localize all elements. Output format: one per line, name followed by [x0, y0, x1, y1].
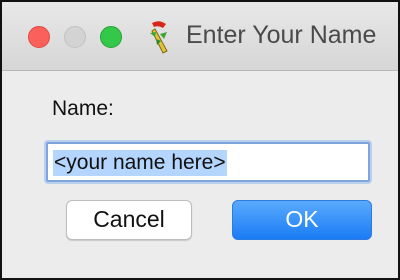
- cancel-button[interactable]: Cancel: [66, 200, 192, 240]
- ok-button[interactable]: OK: [232, 200, 372, 240]
- wand-icon: [150, 21, 168, 54]
- name-label: Name:: [52, 97, 114, 120]
- title-bar[interactable]: Enter Your Name: [2, 2, 398, 71]
- dialog-window: Enter Your Name Name: <your name here> C…: [0, 0, 400, 280]
- window-title: Enter Your Name: [186, 21, 377, 49]
- name-input-value[interactable]: <your name here>: [53, 150, 227, 176]
- maximize-button[interactable]: [100, 26, 122, 48]
- name-input[interactable]: <your name here>: [46, 142, 370, 182]
- close-button[interactable]: [28, 26, 50, 48]
- minimize-button[interactable]: [64, 26, 86, 48]
